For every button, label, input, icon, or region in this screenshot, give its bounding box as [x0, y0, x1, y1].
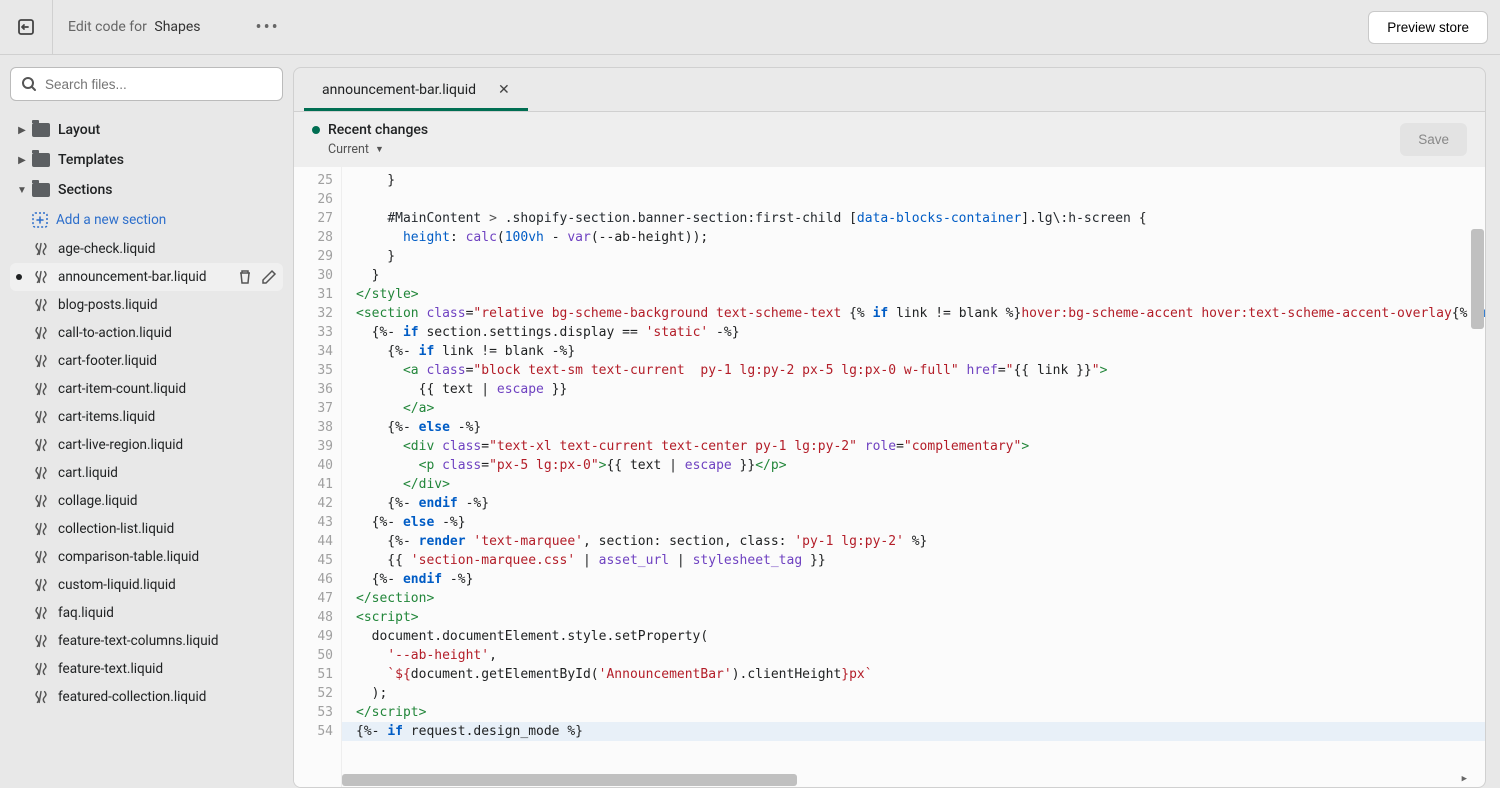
preview-store-button[interactable]: Preview store [1368, 11, 1488, 44]
folder-templates[interactable]: ▶ Templates [10, 145, 283, 175]
file-name: feature-text.liquid [58, 661, 163, 677]
chevron-right-icon: ▶ [16, 125, 28, 136]
file-announcement-bar-liquid[interactable]: announcement-bar.liquid [10, 263, 283, 291]
exit-button[interactable] [12, 13, 40, 41]
file-name: collage.liquid [58, 493, 138, 509]
file-cart-items-liquid[interactable]: cart-items.liquid [10, 403, 283, 431]
chevron-right-icon: ▶ [16, 155, 28, 166]
vertical-scrollbar[interactable] [1469, 167, 1484, 787]
tab-announcement-bar[interactable]: announcement-bar.liquid ✕ [304, 69, 528, 111]
file-call-to-action-liquid[interactable]: call-to-action.liquid [10, 319, 283, 347]
file-cart-liquid[interactable]: cart.liquid [10, 459, 283, 487]
folder-icon [32, 123, 50, 137]
edit-icon[interactable] [261, 269, 277, 285]
file-age-check-liquid[interactable]: age-check.liquid [10, 235, 283, 263]
file-feature-text-liquid[interactable]: feature-text.liquid [10, 655, 283, 683]
code-area[interactable]: } #MainContent > .shopify-section.banner… [342, 167, 1485, 787]
search-icon [21, 76, 37, 92]
file-tree: ▶ Layout ▶ Templates ▼ Sections Add a ne… [10, 115, 283, 776]
folder-icon [32, 153, 50, 167]
folder-sections[interactable]: ▼ Sections [10, 175, 283, 205]
file-name: blog-posts.liquid [58, 297, 158, 313]
file-comparison-table-liquid[interactable]: comparison-table.liquid [10, 543, 283, 571]
file-name: custom-liquid.liquid [58, 577, 176, 593]
file-name: faq.liquid [58, 605, 114, 621]
folder-label: Sections [58, 182, 112, 198]
add-section-label: Add a new section [56, 212, 166, 228]
file-name: cart.liquid [58, 465, 118, 481]
file-name: announcement-bar.liquid [58, 269, 207, 285]
horizontal-scrollbar[interactable]: ▶ [342, 772, 1469, 786]
folder-label: Templates [58, 152, 124, 168]
version-dropdown[interactable]: Current▼ [328, 142, 1400, 157]
file-faq-liquid[interactable]: faq.liquid [10, 599, 283, 627]
modified-dot-icon [16, 274, 22, 280]
file-blog-posts-liquid[interactable]: blog-posts.liquid [10, 291, 283, 319]
add-section-icon [32, 212, 48, 228]
tab-label: announcement-bar.liquid [322, 82, 476, 98]
more-menu-icon[interactable]: ••• [256, 17, 280, 38]
editor-title: Edit code for Shapes [68, 19, 201, 35]
file-sidebar: ▶ Layout ▶ Templates ▼ Sections Add a ne… [0, 55, 293, 788]
file-name: cart-footer.liquid [58, 353, 157, 369]
file-cart-live-region-liquid[interactable]: cart-live-region.liquid [10, 431, 283, 459]
search-input[interactable] [45, 77, 272, 92]
file-name: cart-live-region.liquid [58, 437, 183, 453]
file-cart-footer-liquid[interactable]: cart-footer.liquid [10, 347, 283, 375]
file-name: collection-list.liquid [58, 521, 174, 537]
file-featured-collection-liquid[interactable]: featured-collection.liquid [10, 683, 283, 711]
tab-bar: announcement-bar.liquid ✕ [293, 67, 1486, 112]
folder-icon [32, 183, 50, 197]
line-gutter: 2526272829303132333435363738394041424344… [294, 167, 342, 787]
chevron-down-icon: ▼ [16, 185, 28, 196]
file-name: featured-collection.liquid [58, 689, 206, 705]
file-name: call-to-action.liquid [58, 325, 172, 341]
file-custom-liquid-liquid[interactable]: custom-liquid.liquid [10, 571, 283, 599]
unsaved-dot-icon [312, 126, 320, 134]
editor-subheader: Recent changes Current▼ Save [293, 112, 1486, 167]
delete-icon[interactable] [237, 269, 253, 285]
add-section-button[interactable]: Add a new section [10, 205, 283, 235]
code-editor[interactable]: 2526272829303132333435363738394041424344… [293, 167, 1486, 788]
folder-label: Layout [58, 122, 100, 138]
caret-down-icon: ▼ [375, 144, 384, 155]
file-name: cart-items.liquid [58, 409, 155, 425]
file-feature-text-columns-liquid[interactable]: feature-text-columns.liquid [10, 627, 283, 655]
file-name: feature-text-columns.liquid [58, 633, 219, 649]
file-name: cart-item-count.liquid [58, 381, 186, 397]
file-name: age-check.liquid [58, 241, 156, 257]
file-cart-item-count-liquid[interactable]: cart-item-count.liquid [10, 375, 283, 403]
close-tab-icon[interactable]: ✕ [498, 82, 510, 98]
save-button[interactable]: Save [1400, 123, 1467, 156]
file-name: comparison-table.liquid [58, 549, 199, 565]
topbar-divider [52, 0, 53, 55]
folder-layout[interactable]: ▶ Layout [10, 115, 283, 145]
file-collection-list-liquid[interactable]: collection-list.liquid [10, 515, 283, 543]
recent-changes-label: Recent changes [312, 122, 1400, 138]
file-collage-liquid[interactable]: collage.liquid [10, 487, 283, 515]
search-input-wrapper[interactable] [10, 67, 283, 101]
